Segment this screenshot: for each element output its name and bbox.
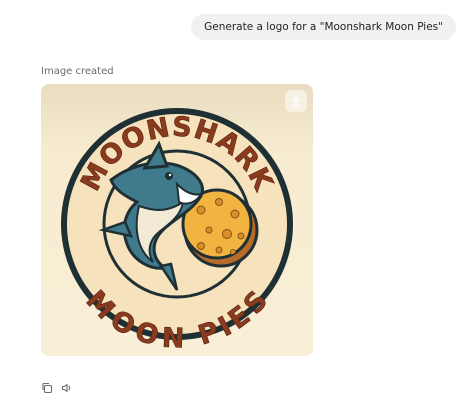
generated-image[interactable]: MOONSHARK MOON PIES [41, 84, 313, 356]
chat-page: Generate a logo for a "Moonshark Moon Pi… [0, 0, 474, 404]
download-icon [291, 95, 301, 107]
read-aloud-button[interactable] [60, 381, 74, 395]
image-created-label: Image created [41, 66, 114, 77]
speaker-icon [61, 383, 71, 393]
user-message-text: Generate a logo for a "Moonshark Moon Pi… [204, 21, 443, 33]
copy-button[interactable] [40, 381, 54, 395]
download-button[interactable] [285, 90, 307, 112]
copy-icon [42, 382, 53, 394]
message-actions [40, 381, 74, 395]
user-message-bubble: Generate a logo for a "Moonshark Moon Pi… [191, 14, 456, 40]
moonshark-logo: MOONSHARK MOON PIES [41, 84, 313, 356]
